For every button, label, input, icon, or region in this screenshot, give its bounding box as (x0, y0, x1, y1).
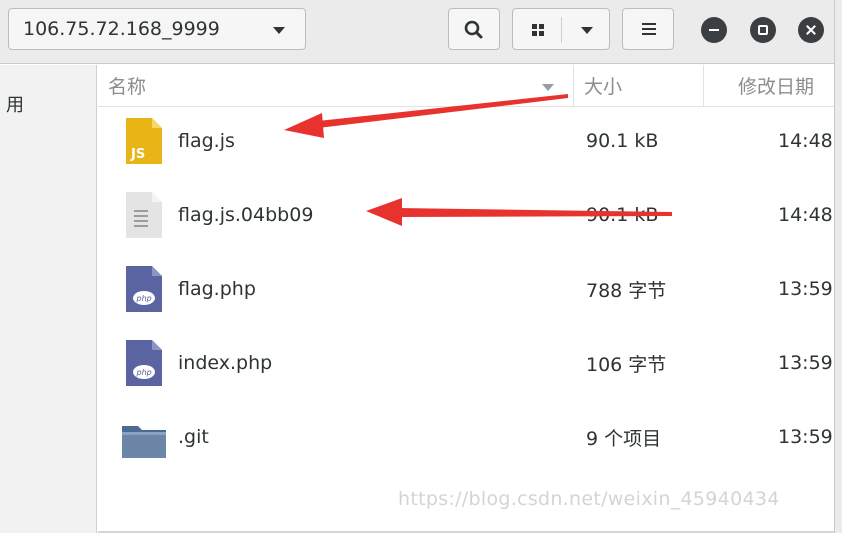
minimize-button[interactable] (701, 17, 727, 43)
file-name: .git (178, 426, 209, 448)
column-header-date[interactable]: 修改日期 (704, 65, 834, 107)
file-row[interactable]: JS flag.js 90.1 kB 14:48 (98, 104, 834, 178)
file-row[interactable]: php flag.php 788 字节 13:59 (98, 252, 834, 326)
hamburger-menu-icon (642, 23, 656, 35)
sidebar: 用 (0, 65, 97, 533)
file-name: flag.js.04bb09 (178, 204, 314, 226)
window-frame-edge (834, 0, 842, 533)
minimize-icon (709, 29, 719, 31)
chevron-down-icon (581, 27, 593, 34)
file-size: 90.1 kB (586, 130, 659, 152)
file-row[interactable]: flag.js.04bb09 90.1 kB 14:48 (98, 178, 834, 252)
file-modified-time: 13:59 (778, 278, 833, 300)
close-button[interactable] (798, 17, 824, 43)
file-name: flag.js (178, 130, 235, 152)
file-name: flag.php (178, 278, 256, 300)
column-header-size[interactable]: 大小 (574, 65, 704, 107)
php-file-icon: php (126, 266, 162, 312)
svg-text:php: php (136, 368, 152, 377)
watermark-text: https://blog.csdn.net/weixin_45940434 (398, 488, 780, 510)
button-divider (561, 17, 562, 43)
header-bar: 106.75.72.168_9999 (0, 0, 842, 64)
grid-view-icon (532, 24, 544, 36)
generic-file-icon (126, 192, 162, 238)
view-options-button[interactable] (512, 8, 610, 50)
maximize-button[interactable] (750, 17, 776, 43)
js-file-icon: JS (126, 118, 162, 164)
file-size: 9 个项目 (586, 427, 662, 450)
folder-icon (122, 426, 166, 458)
maximize-icon (758, 25, 768, 35)
file-modified-time: 14:48 (778, 130, 833, 152)
location-path-button[interactable]: 106.75.72.168_9999 (8, 8, 306, 50)
svg-text:JS: JS (130, 147, 145, 162)
file-modified-time: 14:48 (778, 204, 833, 226)
file-size: 90.1 kB (586, 204, 659, 226)
file-modified-time: 13:59 (778, 352, 833, 374)
php-file-icon: php (126, 340, 162, 386)
location-path-label: 106.75.72.168_9999 (23, 18, 220, 40)
file-row[interactable]: .git 9 个项目 13:59 (98, 400, 834, 474)
file-row[interactable]: php index.php 106 字节 13:59 (98, 326, 834, 400)
menu-button[interactable] (622, 8, 674, 50)
chevron-down-icon (273, 27, 285, 34)
file-modified-time: 13:59 (778, 426, 833, 448)
svg-text:php: php (136, 294, 152, 303)
search-icon (464, 20, 483, 39)
file-size: 106 字节 (586, 353, 667, 376)
column-header-name[interactable]: 名称 (98, 65, 574, 107)
sidebar-item-label[interactable]: 用 (6, 91, 24, 117)
search-button[interactable] (448, 8, 500, 50)
sort-descending-icon (542, 84, 554, 91)
file-name: index.php (178, 352, 273, 374)
file-size: 788 字节 (586, 279, 667, 302)
